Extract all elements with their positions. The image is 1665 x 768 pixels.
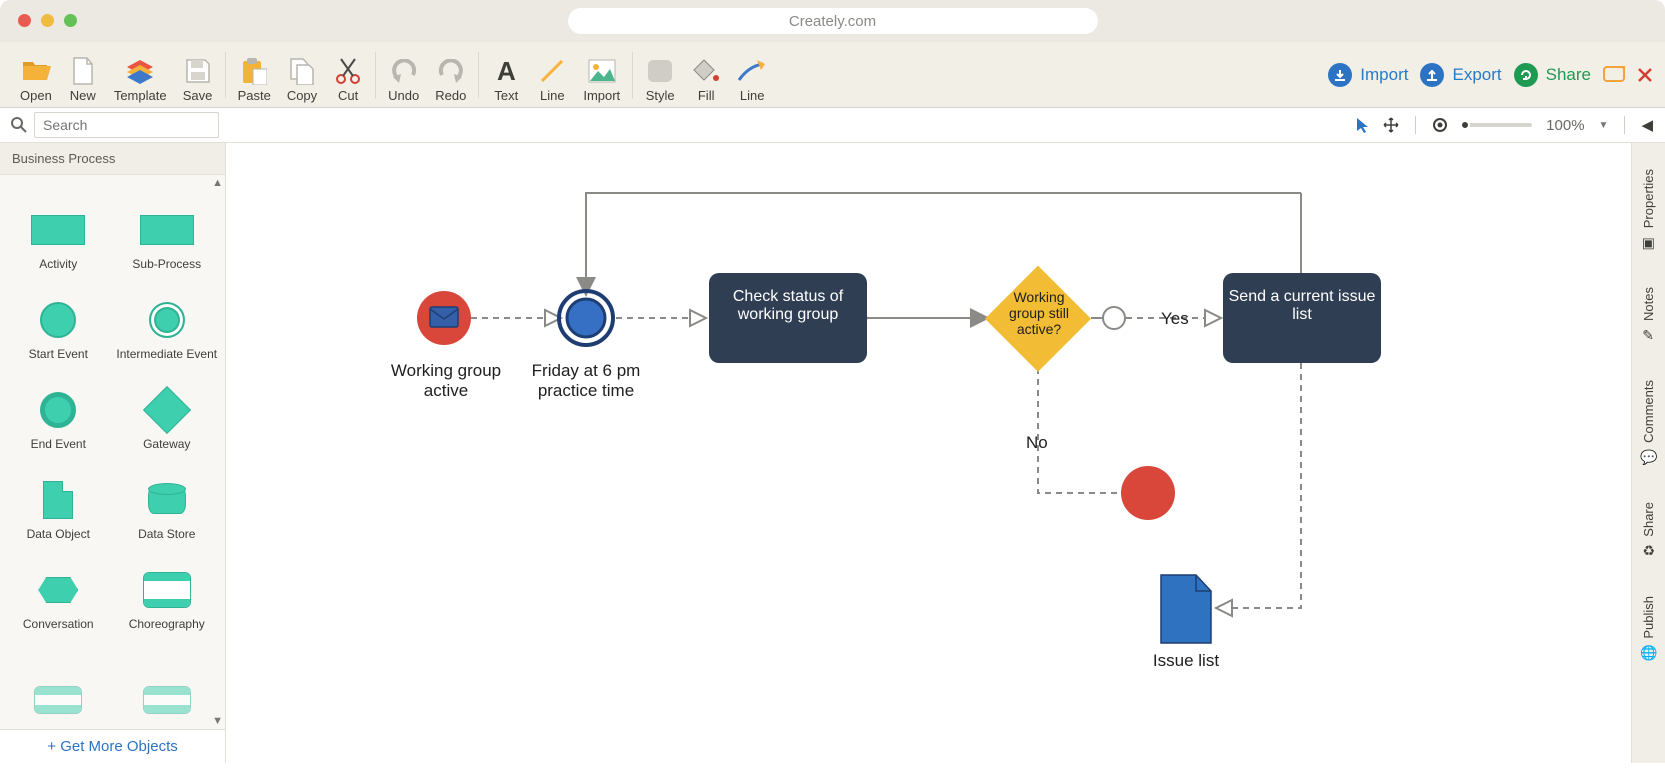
diagram-start-event[interactable] bbox=[417, 291, 471, 345]
search-icon bbox=[10, 116, 28, 134]
rail-share[interactable]: ♻Share bbox=[1641, 484, 1656, 578]
copy-icon bbox=[287, 56, 317, 86]
upload-icon bbox=[1420, 63, 1444, 87]
branch-no-label: No bbox=[1026, 433, 1048, 452]
data-object-label: Issue list bbox=[1136, 651, 1236, 671]
export-action[interactable]: Export bbox=[1420, 63, 1501, 87]
save-icon bbox=[183, 56, 213, 86]
shape-activity[interactable]: Activity bbox=[4, 185, 113, 271]
line-button[interactable]: Line bbox=[529, 47, 575, 103]
move-icon[interactable] bbox=[1383, 117, 1399, 133]
zoom-value: 100% bbox=[1546, 117, 1584, 134]
shape-more-2[interactable] bbox=[113, 635, 222, 721]
paste-icon bbox=[239, 56, 269, 86]
shape-choreography[interactable]: Choreography bbox=[113, 545, 222, 631]
text-icon: A bbox=[491, 56, 521, 86]
gateway-label: Working group still active? bbox=[998, 289, 1080, 337]
share-icon: ♻ bbox=[1642, 543, 1655, 560]
cut-button[interactable]: Cut bbox=[325, 47, 371, 103]
zoom-slider[interactable] bbox=[1462, 123, 1532, 127]
undo-button[interactable]: Undo bbox=[380, 47, 427, 103]
recycle-icon bbox=[1514, 63, 1538, 87]
diagram-canvas[interactable]: Working group active Friday at 6 pm prac… bbox=[226, 143, 1631, 763]
shape-data-store[interactable]: Data Store bbox=[113, 455, 222, 541]
rail-comments[interactable]: 💬Comments bbox=[1640, 362, 1657, 484]
open-button[interactable]: Open bbox=[12, 47, 60, 103]
collapse-panel-icon[interactable]: ◀ bbox=[1641, 116, 1653, 134]
presentation-icon[interactable] bbox=[1603, 66, 1625, 84]
scroll-down-icon[interactable]: ▼ bbox=[212, 715, 223, 727]
get-more-objects-button[interactable]: + Get More Objects bbox=[0, 729, 225, 763]
new-button[interactable]: New bbox=[60, 47, 106, 103]
folder-open-icon bbox=[21, 56, 51, 86]
rail-properties[interactable]: ▣Properties bbox=[1641, 151, 1656, 269]
right-rail: ▣Properties ✎Notes 💬Comments ♻Share 🌐Pub… bbox=[1631, 143, 1665, 763]
copy-button[interactable]: Copy bbox=[279, 47, 325, 103]
scroll-up-icon[interactable]: ▲ bbox=[212, 177, 223, 189]
shape-start-event[interactable]: Start Event bbox=[4, 275, 113, 361]
pointer-icon[interactable] bbox=[1355, 117, 1369, 133]
start-event-label: Working group active bbox=[381, 361, 511, 401]
shape-data-object[interactable]: Data Object bbox=[4, 455, 113, 541]
diagram-data-object[interactable] bbox=[1161, 575, 1211, 643]
traffic-lights bbox=[18, 14, 77, 27]
paste-button[interactable]: Paste bbox=[230, 47, 279, 103]
url-bar[interactable]: Creately.com bbox=[568, 8, 1098, 34]
library-category-label: Business Process bbox=[0, 143, 225, 175]
shape-library-panel: Business Process ▲ Activity Sub-Process … bbox=[0, 143, 226, 763]
redo-icon bbox=[436, 56, 466, 86]
image-icon bbox=[587, 56, 617, 86]
close-icon[interactable] bbox=[1637, 67, 1653, 83]
undo-icon bbox=[389, 56, 419, 86]
rail-notes[interactable]: ✎Notes bbox=[1641, 269, 1656, 362]
fill-button[interactable]: Fill bbox=[683, 47, 729, 103]
minimize-window-icon[interactable] bbox=[41, 14, 54, 27]
search-input[interactable] bbox=[34, 112, 219, 138]
line-style-button[interactable]: Line bbox=[729, 47, 775, 103]
cut-icon bbox=[333, 56, 363, 86]
shape-sub-process[interactable]: Sub-Process bbox=[113, 185, 222, 271]
file-new-icon bbox=[68, 56, 98, 86]
style-icon bbox=[645, 56, 675, 86]
template-icon bbox=[125, 56, 155, 86]
url-text: Creately.com bbox=[789, 13, 876, 30]
download-icon bbox=[1328, 63, 1352, 87]
import-image-button[interactable]: Import bbox=[575, 47, 628, 103]
publish-icon: 🌐 bbox=[1640, 644, 1657, 661]
template-button[interactable]: Template bbox=[106, 47, 175, 103]
maximize-window-icon[interactable] bbox=[64, 14, 77, 27]
shape-intermediate-event[interactable]: Intermediate Event bbox=[113, 275, 222, 361]
secondary-toolbar: 100% ▼ ◀ bbox=[0, 108, 1665, 143]
shape-more-1[interactable] bbox=[4, 635, 113, 721]
notes-icon: ✎ bbox=[1643, 327, 1655, 344]
fill-icon bbox=[691, 56, 721, 86]
import-action[interactable]: Import bbox=[1328, 63, 1408, 87]
redo-button[interactable]: Redo bbox=[427, 47, 474, 103]
line-icon bbox=[537, 56, 567, 86]
main-toolbar: Open New Template Save Paste Copy Cut Un… bbox=[0, 42, 1665, 108]
save-button[interactable]: Save bbox=[175, 47, 221, 103]
task-send-label: Send a current issue list bbox=[1228, 288, 1376, 324]
target-icon[interactable] bbox=[1432, 117, 1448, 133]
timer-event-label: Friday at 6 pm practice time bbox=[521, 361, 651, 401]
rail-publish[interactable]: 🌐Publish bbox=[1640, 578, 1657, 680]
close-window-icon[interactable] bbox=[18, 14, 31, 27]
shape-end-event[interactable]: End Event bbox=[4, 365, 113, 451]
text-button[interactable]: A Text bbox=[483, 47, 529, 103]
properties-icon: ▣ bbox=[1642, 234, 1655, 251]
shape-conversation[interactable]: Conversation bbox=[4, 545, 113, 631]
diagram-intermediate-small[interactable] bbox=[1103, 307, 1125, 329]
share-action[interactable]: Share bbox=[1514, 63, 1591, 87]
branch-yes-label: Yes bbox=[1161, 309, 1189, 328]
window-titlebar: Creately.com bbox=[0, 0, 1665, 42]
diagram-timer-event[interactable] bbox=[559, 291, 613, 345]
diagram-end-event[interactable] bbox=[1121, 466, 1175, 520]
shape-gateway[interactable]: Gateway bbox=[113, 365, 222, 451]
task-check-label: Check status of working group bbox=[714, 288, 862, 324]
style-button[interactable]: Style bbox=[637, 47, 683, 103]
pencil-line-icon bbox=[737, 56, 767, 86]
comments-icon: 💬 bbox=[1640, 449, 1657, 466]
